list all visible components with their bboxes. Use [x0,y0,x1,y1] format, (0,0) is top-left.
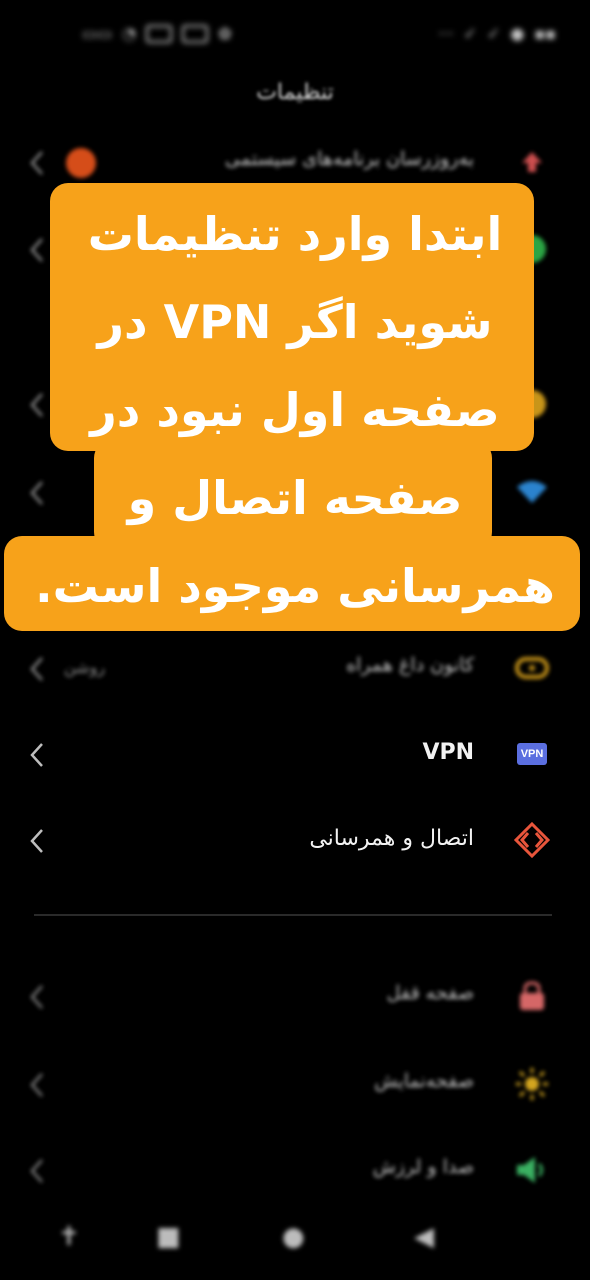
overlay-line-3: صفحه اول نبود در [90,383,500,437]
navigation-bar: ✝ ■ ● ◀ [0,1200,590,1280]
arrow-up-icon [514,144,550,180]
home-icon[interactable]: ● [282,1222,305,1252]
clock-icon: ▪▪ [534,24,556,43]
overlay-line-5: همرسانی موجود است. [35,559,555,613]
sim-icon [182,24,209,43]
speaker-icon [514,1152,550,1188]
more-status-icon: ··· [438,24,454,43]
chevron-left-icon [26,1154,50,1188]
notification-icon: ✓ [463,24,477,43]
hotspot-status: روشن [64,658,106,677]
sun-icon [514,1066,550,1102]
overlay-line-1: ابتدا وارد تنظیمات [87,207,503,261]
divider [34,914,552,916]
vpn-badge: VPN [517,743,547,765]
back-icon[interactable]: ◀ [414,1222,434,1252]
chevron-left-icon [26,980,50,1014]
settings-row-vpn[interactable]: VPN VPN [0,720,590,790]
sound-label: صدا و لرزش [372,1156,474,1178]
notification-icon-2: ✓ [486,24,501,43]
chevron-left-icon [26,824,50,858]
lock-screen-label: صفحه قفل [386,982,474,1004]
chevron-left-icon [26,652,50,686]
settings-status-icon: ✿ [218,24,232,43]
vpn-icon: VPN [514,736,550,772]
chevron-left-icon [26,1068,50,1102]
hotspot-icon [514,650,550,686]
settings-row-label: به‌روزرسان برنامه‌های سیستمی [225,148,474,170]
page-title: تنظیمات [256,80,334,105]
connection-sharing-label: اتصال و همرسانی [309,826,474,851]
connection-sharing-icon [514,822,550,858]
signal-icon [146,24,173,43]
status-bar: ▭▭ ◔ ✿ ··· ✓ ✓ ● ▪▪ [0,0,590,70]
settings-row-display[interactable]: صفحه‌نمایش [0,1050,590,1120]
hotspot-label: کانون داغ همراه [346,654,474,676]
accessibility-icon[interactable]: ✝ [58,1222,80,1252]
vibrate-icon: ▭▭ [82,24,113,43]
chevron-left-icon [26,146,50,180]
app-icon [66,148,96,178]
alarm-icon: ● [510,24,525,43]
chevron-left-icon [26,738,50,772]
settings-row-lock-screen[interactable]: صفحه قفل [0,962,590,1032]
display-label: صفحه‌نمایش [374,1070,474,1092]
settings-row-mobile-hotspot[interactable]: روشن کانون داغ همراه [0,634,590,704]
wifi-status-icon: ◔ [122,24,137,43]
overlay-line-4: صفحه اتصال و [127,471,463,525]
recents-icon[interactable]: ■ [156,1222,181,1252]
settings-row-connection-sharing[interactable]: اتصال و همرسانی [0,806,590,876]
settings-row-sound[interactable]: صدا و لرزش [0,1136,590,1206]
overlay-line-2: شوید اگر VPN در [97,295,493,349]
lock-icon [514,978,550,1014]
instruction-overlay-text: ابتدا وارد تنظیمات شوید اگر VPN در صفحه … [0,190,590,630]
vpn-label: VPN [422,740,474,765]
